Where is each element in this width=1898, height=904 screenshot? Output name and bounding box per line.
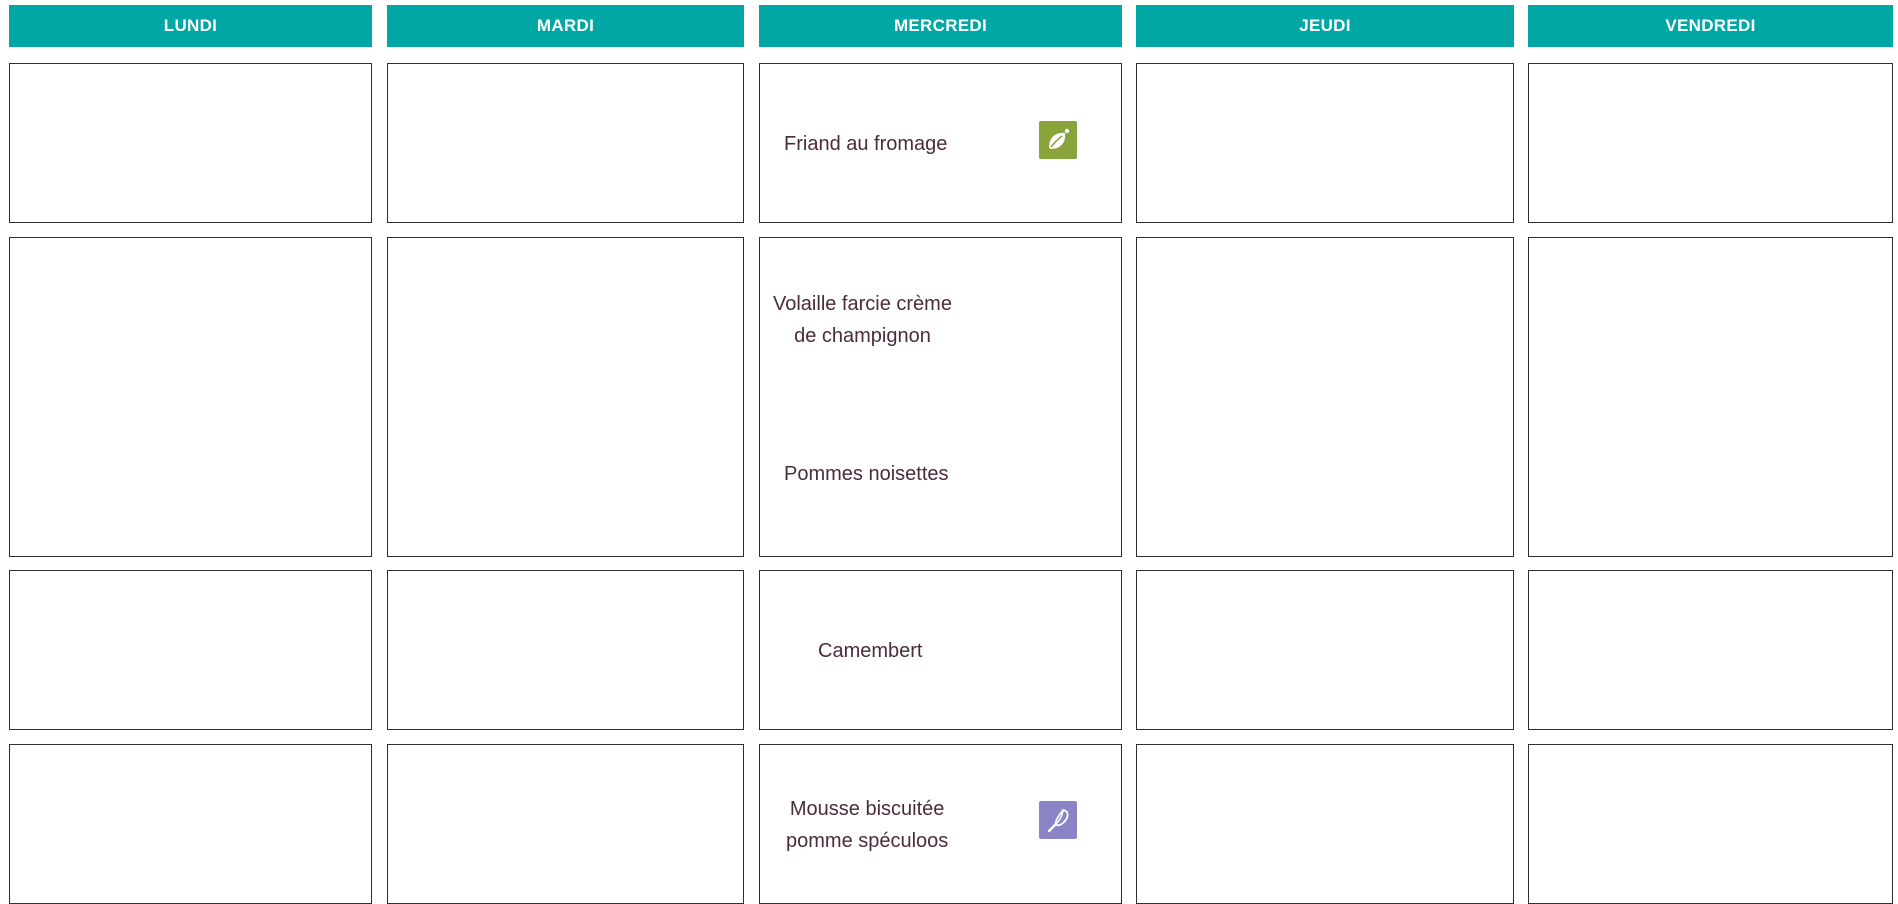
cell-tuesday-dessert bbox=[387, 744, 744, 904]
dish-dessert: Mousse biscuitée pomme spéculoos bbox=[786, 798, 949, 852]
day-header-thursday: JEUDI bbox=[1136, 5, 1514, 47]
cell-monday-cheese bbox=[9, 570, 372, 730]
day-header-tuesday: MARDI bbox=[387, 5, 744, 47]
day-header-monday: LUNDI bbox=[9, 5, 372, 47]
leaf-icon bbox=[1049, 128, 1070, 149]
whisk-icon bbox=[1047, 809, 1069, 833]
cell-thursday-starter bbox=[1136, 63, 1514, 223]
cell-thursday-dessert bbox=[1136, 744, 1514, 904]
day-label: JEUDI bbox=[1299, 16, 1351, 35]
cell-wednesday-cheese: Camembert bbox=[759, 570, 1122, 730]
day-label: VENDREDI bbox=[1665, 16, 1756, 35]
day-label: MERCREDI bbox=[893, 16, 988, 35]
cell-friday-dessert bbox=[1528, 744, 1893, 904]
cell-friday-main bbox=[1528, 237, 1893, 557]
dish-side: Pommes noisettes bbox=[784, 463, 949, 485]
cell-tuesday-starter bbox=[387, 63, 744, 223]
day-header-friday: VENDREDI bbox=[1528, 5, 1893, 47]
vegetarian-badge bbox=[1039, 121, 1077, 159]
day-label: LUNDI bbox=[163, 16, 218, 35]
cell-wednesday-starter: Friand au fromage bbox=[759, 63, 1122, 223]
cell-monday-main bbox=[9, 237, 372, 557]
cell-wednesday-dessert: Mousse biscuitée pomme spéculoos bbox=[759, 744, 1122, 904]
cell-wednesday-main: Volaille farcie crème de champignon Pomm… bbox=[759, 237, 1122, 557]
dish-main: Volaille farcie crème de champignon bbox=[773, 293, 952, 347]
cell-tuesday-main bbox=[387, 237, 744, 557]
cell-tuesday-cheese bbox=[387, 570, 744, 730]
cell-friday-cheese bbox=[1528, 570, 1893, 730]
cell-thursday-main bbox=[1136, 237, 1514, 557]
cell-thursday-cheese bbox=[1136, 570, 1514, 730]
cell-friday-starter bbox=[1528, 63, 1893, 223]
dish-starter: Friand au fromage bbox=[784, 133, 948, 155]
day-header-wednesday: MERCREDI bbox=[759, 5, 1122, 47]
cell-monday-starter bbox=[9, 63, 372, 223]
dish-cheese: Camembert bbox=[818, 640, 923, 662]
day-label: MARDI bbox=[536, 16, 595, 35]
homemade-badge bbox=[1039, 801, 1077, 839]
cell-monday-dessert bbox=[9, 744, 372, 904]
